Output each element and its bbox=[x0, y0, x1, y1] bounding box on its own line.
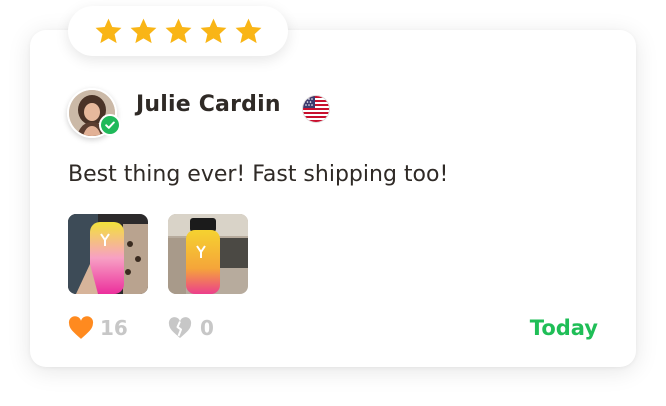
star-icon bbox=[95, 18, 121, 43]
broken-heart-icon bbox=[168, 317, 192, 338]
review-photo-1[interactable] bbox=[68, 214, 148, 294]
review-footer: 16 0 Today bbox=[68, 316, 598, 344]
like-count: 16 bbox=[100, 316, 128, 340]
star-icon bbox=[165, 18, 191, 43]
verified-badge-icon bbox=[99, 114, 121, 136]
review-card: Julie Cardin Best thing ever! Fast shipp… bbox=[30, 30, 636, 367]
review-date: Today bbox=[529, 316, 598, 340]
us-flag-icon bbox=[303, 96, 329, 122]
reviewer-avatar-wrap bbox=[67, 88, 121, 138]
star-icon bbox=[235, 18, 261, 43]
star-icon bbox=[200, 18, 226, 43]
star-icon bbox=[130, 18, 156, 43]
review-photo-2[interactable] bbox=[168, 214, 248, 294]
heart-icon bbox=[68, 316, 94, 339]
dislike-count: 0 bbox=[200, 316, 214, 340]
dislike-button[interactable]: 0 bbox=[168, 316, 214, 340]
star-rating bbox=[68, 6, 288, 56]
review-text: Best thing ever! Fast shipping too! bbox=[68, 162, 449, 187]
reviewer-name: Julie Cardin bbox=[136, 92, 281, 117]
like-button[interactable]: 16 bbox=[68, 316, 128, 340]
